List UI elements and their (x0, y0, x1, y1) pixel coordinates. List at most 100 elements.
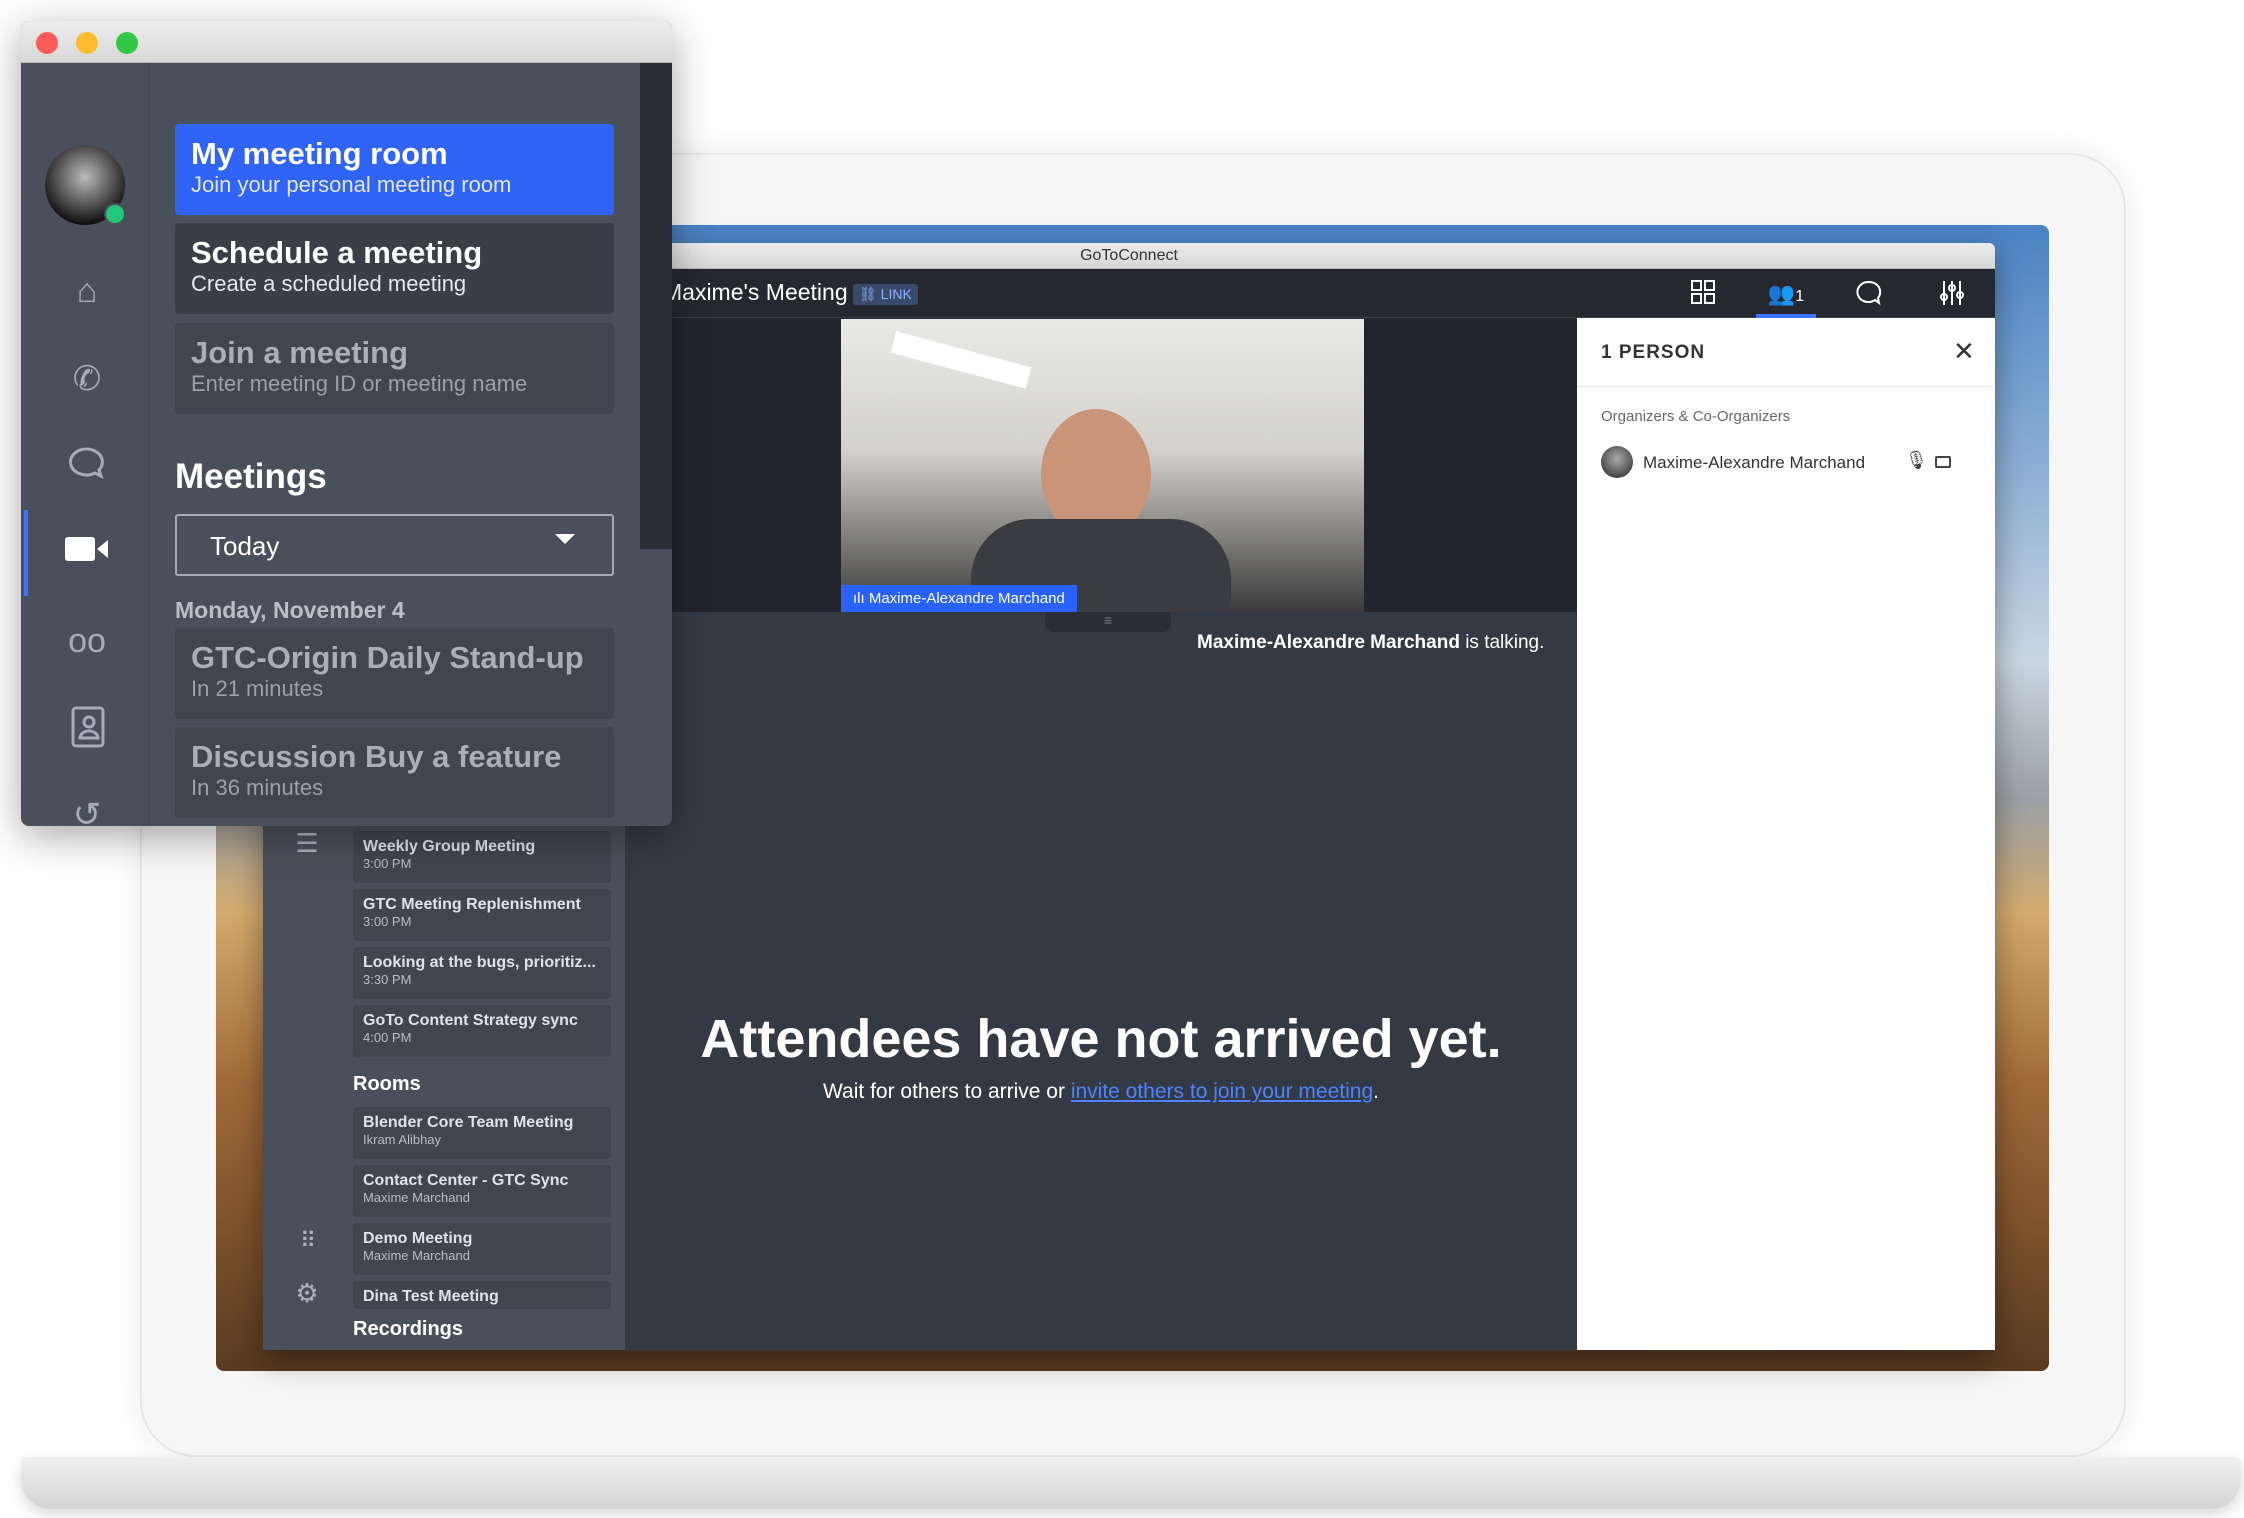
card-title: GTC-Origin Daily Stand-up (191, 640, 584, 675)
empty-state-title: Attendees have not arrived yet. (700, 1009, 1502, 1069)
gear-icon[interactable]: ⚙ (287, 1278, 327, 1318)
active-nav-indicator (24, 510, 28, 596)
item-title: Blender Core Team Meeting (363, 1114, 574, 1131)
chat-button[interactable] (1851, 279, 1887, 309)
contacts-icon[interactable] (65, 706, 109, 750)
item-sub: 4:00 PM (363, 1030, 412, 1045)
grid-view-button[interactable] (1685, 279, 1721, 309)
participant-row[interactable]: Maxime-Alexandre Marchand 🎙 (1601, 446, 1971, 480)
background-strip (640, 63, 672, 549)
copy-link-button[interactable]: ⛓ LINK (853, 284, 918, 305)
close-panel-button[interactable]: ✕ (1953, 336, 1975, 367)
talking-name: Maxime-Alexandre Marchand (1197, 632, 1460, 653)
card-sub: Enter meeting ID or meeting name (191, 371, 528, 396)
card-sub: In 36 minutes (191, 775, 324, 800)
microphone-icon[interactable]: 🎙 (1905, 450, 1928, 471)
join-meeting-input[interactable]: Join a meeting Enter meeting ID or meetin… (175, 323, 614, 414)
item-title: GoTo Content Strategy sync (363, 1012, 578, 1029)
list-item[interactable]: Contact Center - GTC Sync Maxime Marchand (353, 1165, 611, 1217)
link-label: LINK (880, 286, 912, 302)
my-meeting-room-button[interactable]: My meeting room Join your personal meetin… (175, 124, 614, 215)
card-sub: Join your personal meeting room (191, 172, 512, 197)
divider (1577, 386, 1995, 387)
people-count: 1 (1795, 288, 1805, 305)
video-band: ılı Maxime-Alexandre Marchand (625, 318, 1577, 612)
organizers-section-label: Organizers & Co-Organizers (1601, 408, 1791, 425)
item-title: Contact Center - GTC Sync (363, 1172, 569, 1189)
history-icon[interactable]: ↺ (65, 793, 109, 826)
item-title: Demo Meeting (363, 1230, 473, 1247)
item-title: GTC Meeting Replenishment (363, 896, 581, 913)
meeting-stage: ılı Maxime-Alexandre Marchand ≡ Maxime-A… (625, 318, 1577, 1350)
chat-icon[interactable] (65, 444, 109, 488)
meeting-item[interactable]: Discussion Buy a feature In 36 minutes (175, 727, 614, 818)
filmstrip-handle[interactable]: ≡ (1045, 612, 1171, 632)
recordings-header: Recordings (353, 1318, 464, 1340)
people-tab[interactable]: 👥1 (1756, 279, 1816, 318)
date-header: Monday, November 4 (175, 597, 405, 623)
participant-name-tag: ılı Maxime-Alexandre Marchand (841, 585, 1077, 612)
talking-indicator: Maxime-Alexandre Marchand is talking. (1189, 628, 1553, 658)
chat-icon (1856, 280, 1882, 306)
meetings-header: Meetings (175, 457, 327, 496)
list-item[interactable]: GTC Meeting Replenishment 3:00 PM (353, 889, 611, 941)
card-sub: In 21 minutes (191, 676, 324, 701)
list-item[interactable]: GoTo Content Strategy sync 4:00 PM (353, 1005, 611, 1057)
item-sub: 3:00 PM (363, 914, 412, 929)
date-filter-dropdown[interactable]: Today (175, 514, 614, 576)
link-icon: ⛓ (859, 286, 881, 302)
schedule-meeting-button[interactable]: Schedule a meeting Create a scheduled mee… (175, 223, 614, 314)
dropdown-value: Today (210, 531, 280, 561)
nav-rail: ⌂ ✆ oo ↺ (21, 63, 150, 826)
camera-icon[interactable] (1935, 456, 1951, 468)
wait-text: Wait for others to arrive or (823, 1080, 1071, 1103)
minimize-window-button[interactable] (76, 32, 98, 54)
voicemail-icon[interactable]: oo (65, 619, 109, 663)
filter-icon[interactable]: ☰ (287, 828, 327, 868)
chevron-down-icon (555, 534, 575, 544)
card-title: Schedule a meeting (191, 235, 483, 270)
item-sub: Maxime Marchand (363, 1190, 470, 1205)
rooms-header: Rooms (353, 1073, 421, 1095)
item-title: Dina Test Meeting (363, 1288, 499, 1305)
zoom-window-button[interactable] (116, 32, 138, 54)
home-icon[interactable]: ⌂ (65, 269, 109, 313)
settings-sliders-icon (1940, 281, 1964, 305)
apps-grid-icon[interactable]: ⠿ (287, 1228, 327, 1268)
card-title: Join a meeting (191, 335, 409, 370)
list-item[interactable]: Demo Meeting Maxime Marchand (353, 1223, 611, 1275)
meeting-item[interactable]: GTC-Origin Daily Stand-up In 21 minutes (175, 628, 614, 719)
people-icon: 👥 (1767, 281, 1796, 306)
invite-link[interactable]: invite others to join your meeting (1071, 1080, 1373, 1103)
talking-suffix: is talking. (1459, 632, 1545, 653)
participant-name: Maxime-Alexandre Marchand (1643, 453, 1866, 472)
list-item[interactable]: Blender Core Team Meeting Ikram Alibhay (353, 1107, 611, 1159)
phone-icon[interactable]: ✆ (65, 357, 109, 401)
item-title: Weekly Group Meeting (363, 838, 536, 855)
wait-suffix: . (1373, 1080, 1379, 1103)
list-item[interactable]: Looking at the bugs, prioritiz... 3:30 PM (353, 947, 611, 999)
ceiling-light (890, 331, 1032, 389)
item-sub: 3:00 PM (363, 856, 412, 871)
laptop-base (21, 1457, 2241, 1509)
settings-button[interactable] (1934, 279, 1970, 309)
online-status-icon (104, 203, 126, 225)
avatar (1601, 446, 1633, 478)
card-title: Discussion Buy a feature (191, 739, 562, 774)
meeting-title: Maxime's Meeting (663, 279, 848, 305)
item-sub: Maxime Marchand (363, 1248, 470, 1263)
grid-icon (1691, 280, 1715, 304)
participant-video[interactable]: ılı Maxime-Alexandre Marchand (841, 319, 1364, 612)
people-panel: 1 PERSON ✕ Organizers & Co-Organizers Ma… (1577, 318, 1995, 1350)
list-item[interactable]: Weekly Group Meeting 3:00 PM (353, 831, 611, 883)
title-bar (21, 21, 672, 63)
empty-state-message: Wait for others to arrive or invite othe… (625, 1080, 1577, 1104)
card-sub: Create a scheduled meeting (191, 271, 467, 296)
participant-name: Maxime-Alexandre Marchand (868, 590, 1065, 607)
people-panel-title: 1 PERSON (1601, 342, 1706, 363)
item-sub: 3:30 PM (363, 972, 412, 987)
list-item[interactable]: Dina Test Meeting (353, 1281, 611, 1309)
close-icon: ✕ (1953, 336, 1975, 366)
video-icon[interactable] (65, 531, 109, 575)
close-window-button[interactable] (36, 32, 58, 54)
